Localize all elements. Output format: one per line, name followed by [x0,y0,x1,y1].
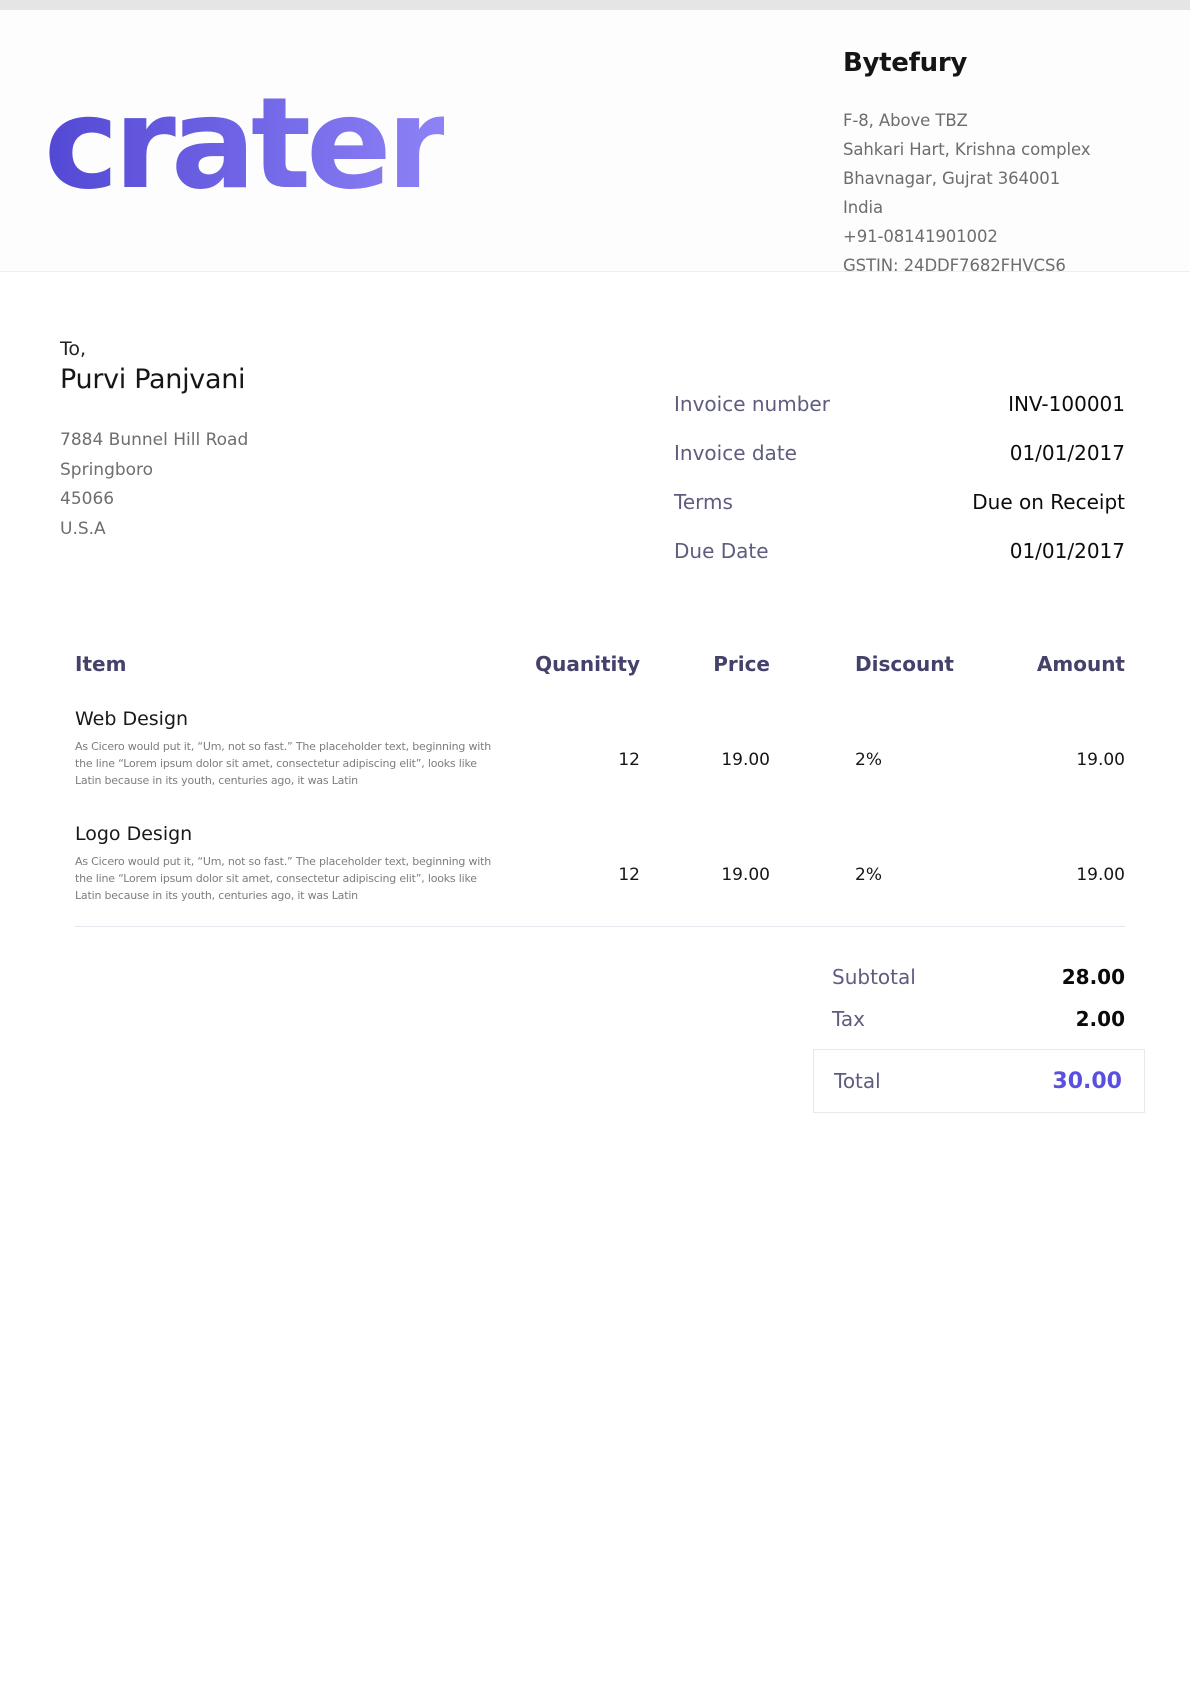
header-item: Item [75,650,505,678]
grand-total-label: Total [834,1069,881,1093]
invoice-meta-row: Invoice number INV-100001 [674,392,1125,416]
items-table: Item Quanitity Price Discount Amount Web… [75,650,1125,1113]
item-description: As Cicero would put it, “Um, not so fast… [75,738,500,789]
item-cell: Logo Design As Cicero would put it, “Um,… [75,821,505,904]
totals-block: Subtotal 28.00 Tax 2.00 [832,965,1125,1031]
meta-label: Terms [674,490,733,514]
meta-value: 01/01/2017 [1010,539,1125,563]
company-address-line: GSTIN: 24DDF7682FHVCS6 [843,251,1090,280]
company-address-line: F-8, Above TBZ [843,106,1090,135]
meta-label: Invoice date [674,441,797,465]
customer-address: 7884 Bunnel Hill RoadSpringboro45066U.S.… [60,426,248,544]
header-amount: Amount [965,650,1125,678]
item-amount: 19.00 [965,706,1125,789]
subtotal-value: 28.00 [1062,965,1125,989]
customer-address-line: 45066 [60,485,248,515]
table-row: Web Design As Cicero would put it, “Um, … [75,706,1125,789]
company-address-line: Sahkari Hart, Krishna complex [843,135,1090,164]
item-quantity: 12 [505,821,640,904]
item-amount: 19.00 [965,821,1125,904]
company-block: Bytefury F-8, Above TBZSahkari Hart, Kri… [843,48,1090,280]
customer-name: Purvi Panjvani [60,362,248,398]
company-name: Bytefury [843,48,1090,78]
invoice-meta-row: Terms Due on Receipt [674,490,1125,514]
company-address-line: India [843,193,1090,222]
item-price: 19.00 [640,821,770,904]
item-price: 19.00 [640,706,770,789]
item-discount: 2% [770,706,965,789]
customer-address-line: U.S.A [60,515,248,545]
invoice-meta-row: Due Date 01/01/2017 [674,539,1125,563]
table-row: Logo Design As Cicero would put it, “Um,… [75,821,1125,904]
item-cell: Web Design As Cicero would put it, “Um, … [75,706,505,789]
invoice-meta-row: Invoice date 01/01/2017 [674,441,1125,465]
meta-label: Invoice number [674,392,830,416]
company-address-line: +91-08141901002 [843,222,1090,251]
invoice-page: crater Bytefury F-8, Above TBZSahkari Ha… [0,0,1190,1684]
subtotal-label: Subtotal [832,965,916,989]
tax-label: Tax [832,1007,865,1031]
customer-address-line: Springboro [60,456,248,486]
item-name: Logo Design [75,821,505,847]
invoice-meta: Invoice number INV-100001 Invoice date 0… [674,364,1125,588]
customer-address-line: 7884 Bunnel Hill Road [60,426,248,456]
bill-to-block: To, Purvi Panjvani 7884 Bunnel Hill Road… [60,336,248,544]
top-strip [0,0,1190,10]
item-discount: 2% [770,821,965,904]
meta-value: 01/01/2017 [1010,441,1125,465]
item-description: As Cicero would put it, “Um, not so fast… [75,853,500,904]
items-table-body: Web Design As Cicero would put it, “Um, … [75,706,1125,904]
meta-label: Due Date [674,539,769,563]
bill-to-prefix: To, [60,336,248,362]
items-table-header: Item Quanitity Price Discount Amount [75,650,1125,678]
grand-total-value: 30.00 [1052,1069,1122,1094]
header-price: Price [640,650,770,678]
company-address: F-8, Above TBZSahkari Hart, Krishna comp… [843,106,1090,280]
header-quantity: Quanitity [505,650,640,678]
meta-value: INV-100001 [1008,392,1125,416]
table-divider [75,926,1125,927]
subtotal-row: Subtotal 28.00 [832,965,1125,989]
meta-value: Due on Receipt [972,490,1125,514]
header-discount: Discount [770,650,965,678]
tax-row: Tax 2.00 [832,1007,1125,1031]
crater-logo: crater [44,68,444,219]
item-name: Web Design [75,706,505,732]
company-address-line: Bhavnagar, Gujrat 364001 [843,164,1090,193]
invoice-header: crater Bytefury F-8, Above TBZSahkari Ha… [0,10,1190,272]
tax-value: 2.00 [1076,1007,1125,1031]
item-quantity: 12 [505,706,640,789]
grand-total-box: Total 30.00 [813,1049,1145,1113]
